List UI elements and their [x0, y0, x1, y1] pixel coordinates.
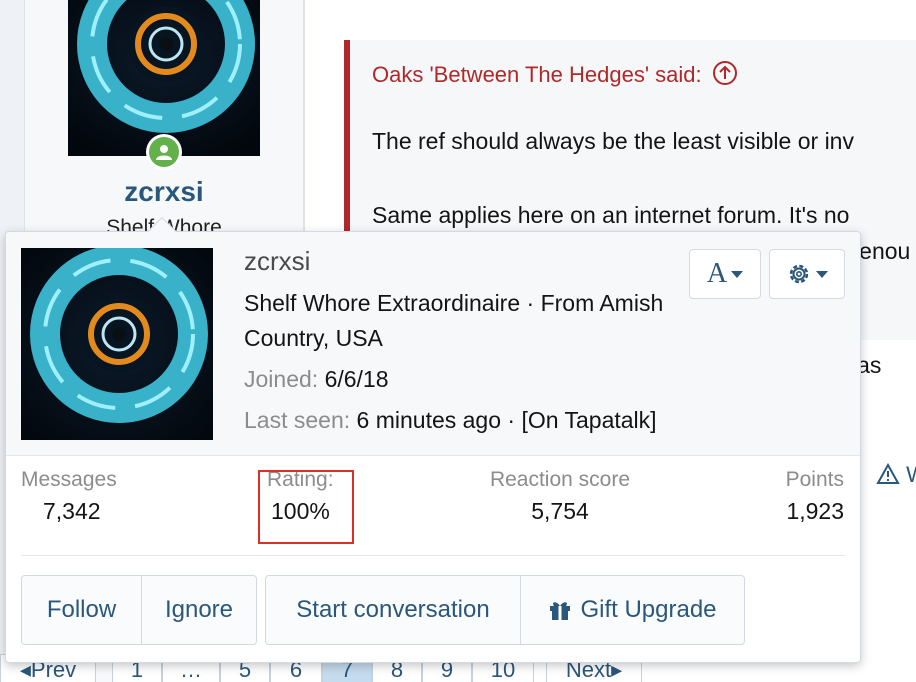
follow-ignore-group: Follow Ignore: [21, 575, 257, 645]
font-menu-button[interactable]: A: [689, 249, 761, 299]
stat-label: Points: [785, 468, 844, 491]
gift-upgrade-button[interactable]: Gift Upgrade: [520, 576, 744, 644]
tooltip-last-seen: Last seen: 6 minutes ago · [On Tapatalk]: [244, 407, 657, 434]
joined-label: Joined:: [244, 366, 319, 392]
joined-value: 6/6/18: [324, 366, 389, 392]
tooltip-joined: Joined: 6/6/18: [244, 366, 389, 393]
message-username[interactable]: zcrxsi: [0, 176, 328, 208]
tooltip-username[interactable]: zcrxsi: [244, 246, 310, 277]
stat-value[interactable]: 7,342: [21, 498, 117, 525]
stat-label: Reaction score: [489, 468, 631, 491]
user-online-icon: [146, 134, 182, 170]
tooltip-avatar[interactable]: [21, 248, 213, 440]
quote-text-line: Same applies here on an internet forum. …: [372, 202, 850, 228]
rating-highlight: [258, 470, 354, 544]
warn-label[interactable]: W: [906, 462, 916, 487]
last-seen-label: Last seen:: [244, 407, 351, 433]
user-avatar[interactable]: [68, 0, 260, 156]
conversation-gift-group: Start conversation Gift Upgrade: [265, 575, 745, 645]
settings-menu-button[interactable]: [769, 249, 845, 299]
warning-triangle-icon: [876, 462, 900, 484]
chevron-down-icon: [816, 270, 828, 278]
quote-header[interactable]: Oaks 'Between The Hedges' said:: [372, 60, 738, 88]
stat-points: Points 1,923: [746, 468, 844, 525]
member-tooltip: zcrxsi Shelf Whore Extraordinaire · From…: [5, 216, 861, 663]
quote-author[interactable]: Oaks 'Between The Hedges' said:: [372, 62, 702, 87]
gear-icon: [789, 264, 809, 284]
stat-reaction-score: Reaction score 5,754: [480, 468, 640, 525]
font-letter-icon: A: [706, 258, 728, 289]
stat-label: Messages: [21, 468, 117, 491]
divider: [21, 555, 845, 556]
ignore-button[interactable]: Ignore: [141, 576, 256, 644]
tooltip-user-title: Shelf Whore Extraordinaire · From Amish …: [244, 290, 664, 351]
warn-link[interactable]: W: [876, 462, 916, 488]
last-seen-value: 6 minutes ago · [On Tapatalk]: [356, 407, 657, 433]
stat-value[interactable]: 5,754: [480, 498, 640, 525]
gift-icon: [550, 602, 571, 620]
follow-button[interactable]: Follow: [22, 576, 141, 644]
chevron-down-icon: [731, 270, 744, 278]
start-conversation-button[interactable]: Start conversation: [266, 576, 520, 644]
gift-upgrade-label[interactable]: Gift Upgrade: [580, 596, 716, 624]
arrow-up-circle-icon[interactable]: [712, 60, 738, 86]
stat-messages: Messages 7,342: [21, 468, 117, 525]
stat-value[interactable]: 1,923: [746, 498, 844, 525]
quote-text-line: The ref should always be the least visib…: [372, 128, 854, 154]
